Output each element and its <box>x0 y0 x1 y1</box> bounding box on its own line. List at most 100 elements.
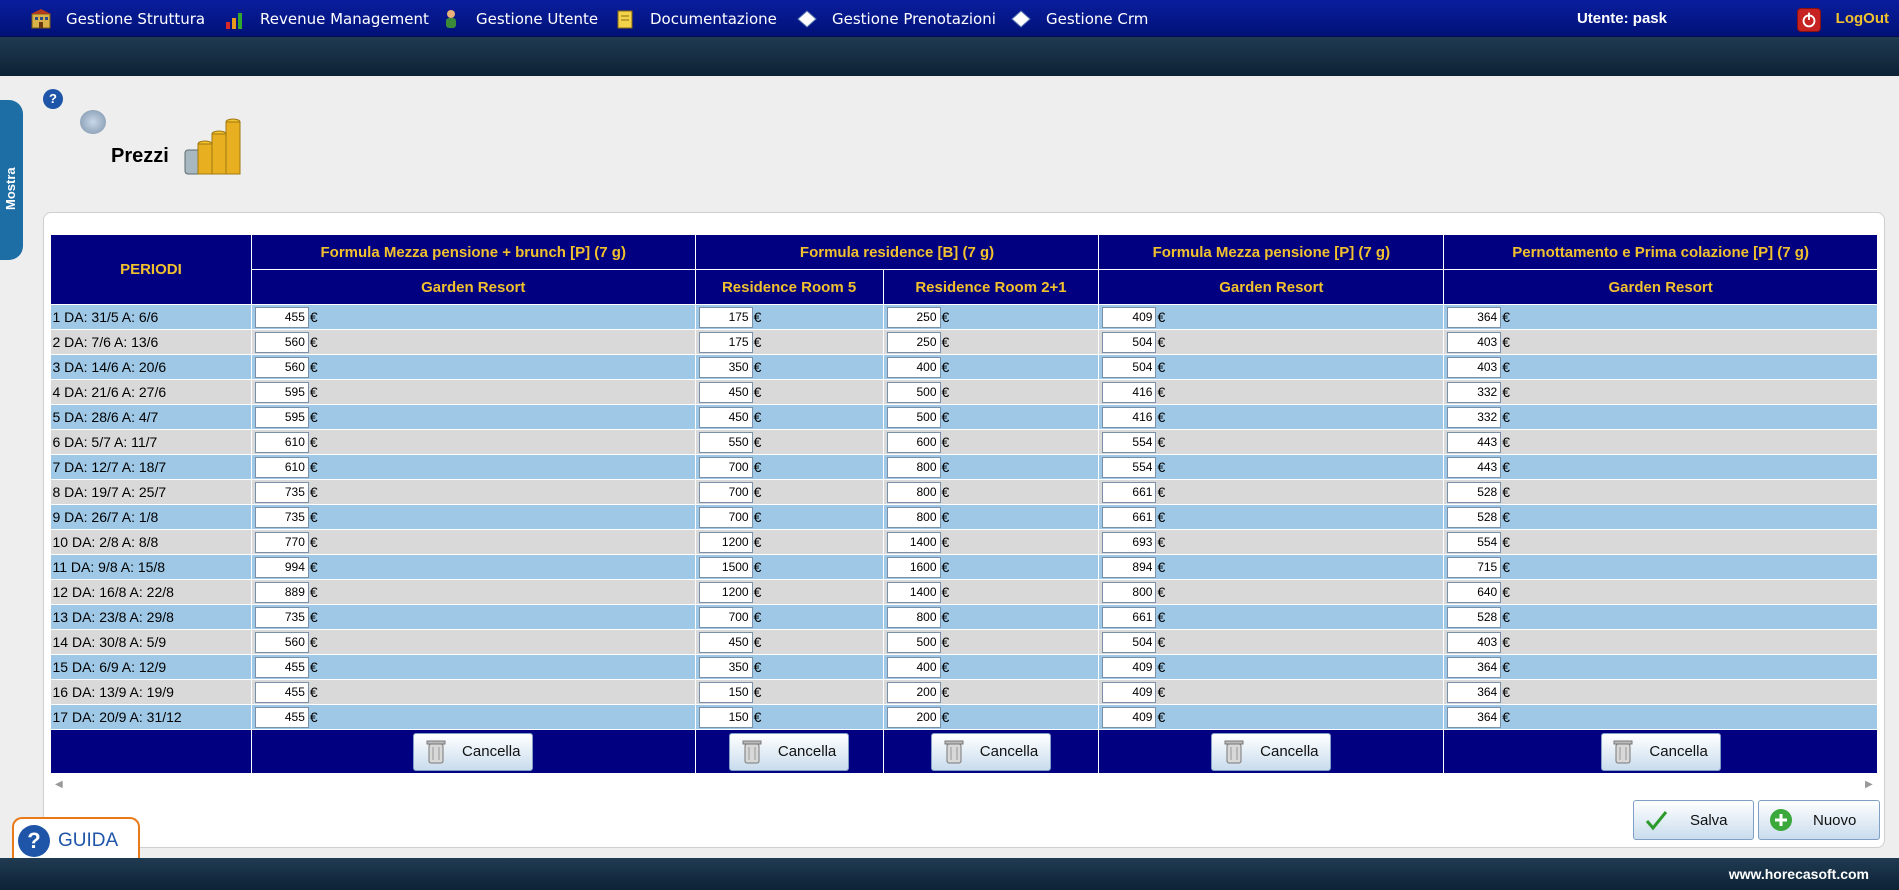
price-input[interactable] <box>1447 581 1502 603</box>
save-button[interactable]: Salva <box>1633 800 1754 840</box>
price-input[interactable] <box>698 706 753 728</box>
price-input[interactable] <box>1102 606 1157 628</box>
cancel-button[interactable]: Cancella <box>729 732 850 771</box>
price-input[interactable] <box>254 581 309 603</box>
price-input[interactable] <box>698 331 753 353</box>
price-input[interactable] <box>1447 356 1502 378</box>
help-icon[interactable]: ? <box>43 89 63 109</box>
price-input[interactable] <box>1102 381 1157 403</box>
price-input[interactable] <box>1447 606 1502 628</box>
price-input[interactable] <box>1447 631 1502 653</box>
price-input[interactable] <box>886 631 941 653</box>
price-input[interactable] <box>1102 581 1157 603</box>
power-icon[interactable] <box>1797 8 1821 32</box>
nav-gestione-utente[interactable]: Gestione Utente <box>440 0 598 37</box>
price-input[interactable] <box>886 681 941 703</box>
price-input[interactable] <box>1447 381 1502 403</box>
nav-revenue-management[interactable]: Revenue Management <box>224 0 429 37</box>
price-input[interactable] <box>1102 406 1157 428</box>
price-input[interactable] <box>698 631 753 653</box>
price-input[interactable] <box>698 456 753 478</box>
price-input[interactable] <box>886 331 941 353</box>
price-input[interactable] <box>698 431 753 453</box>
nav-gestione-prenotazioni[interactable]: Gestione Prenotazioni <box>796 0 996 37</box>
price-input[interactable] <box>1102 456 1157 478</box>
price-input[interactable] <box>1447 481 1502 503</box>
nav-gestione-crm[interactable]: Gestione Crm <box>1010 0 1148 37</box>
price-input[interactable] <box>886 581 941 603</box>
price-input[interactable] <box>1102 481 1157 503</box>
price-input[interactable] <box>1447 406 1502 428</box>
price-input[interactable] <box>886 531 941 553</box>
price-input[interactable] <box>1447 681 1502 703</box>
price-input[interactable] <box>1102 506 1157 528</box>
price-input[interactable] <box>1447 306 1502 328</box>
price-input[interactable] <box>1447 431 1502 453</box>
price-input[interactable] <box>698 406 753 428</box>
logout-link[interactable]: LogOut <box>1836 10 1889 27</box>
price-input[interactable] <box>254 456 309 478</box>
price-input[interactable] <box>1102 431 1157 453</box>
price-input[interactable] <box>886 456 941 478</box>
price-input[interactable] <box>254 531 309 553</box>
nav-gestione-struttura[interactable]: Gestione Struttura <box>30 0 205 37</box>
price-input[interactable] <box>886 306 941 328</box>
price-input[interactable] <box>1447 331 1502 353</box>
price-input[interactable] <box>254 631 309 653</box>
price-input[interactable] <box>1102 531 1157 553</box>
price-input[interactable] <box>886 356 941 378</box>
price-input[interactable] <box>698 656 753 678</box>
cancel-button[interactable]: Cancella <box>1600 732 1721 771</box>
price-input[interactable] <box>698 306 753 328</box>
price-input[interactable] <box>698 481 753 503</box>
speaker-icon[interactable] <box>80 110 106 134</box>
price-input[interactable] <box>698 531 753 553</box>
price-input[interactable] <box>886 606 941 628</box>
price-input[interactable] <box>254 381 309 403</box>
nav-documentazione[interactable]: Documentazione <box>614 0 777 37</box>
guida-button[interactable]: ? GUIDA <box>12 817 140 863</box>
price-input[interactable] <box>698 606 753 628</box>
price-input[interactable] <box>254 656 309 678</box>
price-input[interactable] <box>254 506 309 528</box>
price-input[interactable] <box>254 406 309 428</box>
price-input[interactable] <box>886 481 941 503</box>
price-input[interactable] <box>254 481 309 503</box>
cancel-button[interactable]: Cancella <box>413 732 534 771</box>
price-input[interactable] <box>698 506 753 528</box>
price-input[interactable] <box>1447 456 1502 478</box>
price-input[interactable] <box>698 681 753 703</box>
price-input[interactable] <box>698 556 753 578</box>
price-input[interactable] <box>886 656 941 678</box>
price-input[interactable] <box>254 331 309 353</box>
price-input[interactable] <box>254 431 309 453</box>
site-link[interactable]: www.horecasoft.com <box>1729 866 1869 882</box>
price-input[interactable] <box>254 681 309 703</box>
price-input[interactable] <box>254 356 309 378</box>
price-input[interactable] <box>1447 706 1502 728</box>
cancel-button[interactable]: Cancella <box>930 732 1051 771</box>
price-input[interactable] <box>1102 706 1157 728</box>
price-input[interactable] <box>1102 681 1157 703</box>
price-input[interactable] <box>886 381 941 403</box>
price-input[interactable] <box>254 556 309 578</box>
price-input[interactable] <box>698 381 753 403</box>
price-input[interactable] <box>254 706 309 728</box>
price-input[interactable] <box>254 606 309 628</box>
price-input[interactable] <box>254 306 309 328</box>
price-input[interactable] <box>1447 556 1502 578</box>
price-input[interactable] <box>1102 356 1157 378</box>
price-input[interactable] <box>886 506 941 528</box>
mostra-side-tab[interactable]: Mostra <box>0 100 23 260</box>
price-input[interactable] <box>698 581 753 603</box>
price-input[interactable] <box>886 406 941 428</box>
price-input[interactable] <box>886 431 941 453</box>
price-input[interactable] <box>886 556 941 578</box>
scroll-right-arrow[interactable]: ▶ <box>1865 779 1873 790</box>
cancel-button[interactable]: Cancella <box>1211 732 1332 771</box>
price-input[interactable] <box>1102 306 1157 328</box>
price-input[interactable] <box>886 706 941 728</box>
price-input[interactable] <box>1447 531 1502 553</box>
price-input[interactable] <box>1102 656 1157 678</box>
price-input[interactable] <box>1447 506 1502 528</box>
